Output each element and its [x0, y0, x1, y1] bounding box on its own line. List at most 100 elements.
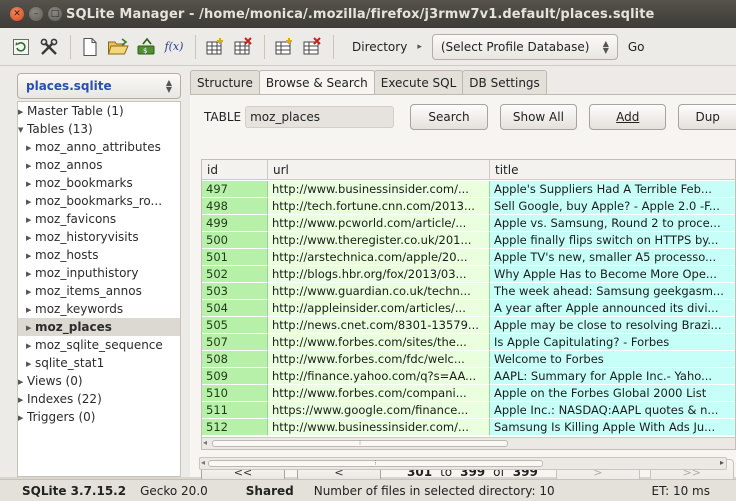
- cell-url[interactable]: http://www.theregister.co.uk/201...: [268, 232, 490, 249]
- table-row[interactable]: 504 http://appleinsider.com/articles/... A…: [202, 300, 735, 317]
- tree-table-item[interactable]: ▶ moz_historyvisits: [18, 228, 180, 246]
- table-row[interactable]: 503 http://www.guardian.co.uk/techn... The…: [202, 283, 735, 300]
- cell-title[interactable]: AAPL: Summary for Apple Inc.- Yaho...: [490, 368, 735, 385]
- scrollbar-thumb[interactable]: ⁝: [212, 440, 508, 447]
- cell-id[interactable]: 503: [202, 283, 268, 300]
- grid-horizontal-scrollbar[interactable]: ◂ ⁝: [202, 437, 735, 449]
- tree-group[interactable]: ▶ Views (0): [18, 372, 180, 390]
- tree-table-item[interactable]: ▶ moz_sqlite_sequence: [18, 336, 180, 354]
- scroll-left-icon[interactable]: ◂: [203, 438, 207, 447]
- add-button[interactable]: Add: [589, 104, 667, 130]
- results-grid[interactable]: id url title 497 http://www.businessinsid…: [201, 159, 736, 450]
- tree-table-item[interactable]: ▶ moz_bookmarks_ro...: [18, 192, 180, 210]
- duplicate-button[interactable]: Dup: [678, 104, 736, 130]
- open-database-button[interactable]: [105, 33, 131, 61]
- create-index-button[interactable]: [271, 33, 297, 61]
- cell-title[interactable]: Samsung Is Killing Apple With Ads Ju...: [490, 419, 735, 436]
- cell-url[interactable]: http://news.cnet.com/8301-13579...: [268, 317, 490, 334]
- collapsed-triangle-icon[interactable]: ▶: [26, 175, 35, 193]
- collapsed-triangle-icon[interactable]: ▶: [26, 193, 35, 211]
- cell-title[interactable]: Welcome to Forbes: [490, 351, 735, 368]
- scrollbar-thumb[interactable]: ⁝: [208, 460, 543, 467]
- cell-id[interactable]: 501: [202, 249, 268, 266]
- table-row[interactable]: 511 https://www.google.com/finance... Appl…: [202, 402, 735, 419]
- cell-url[interactable]: http://www.guardian.co.uk/techn...: [268, 283, 490, 300]
- collapsed-triangle-icon[interactable]: ▶: [26, 211, 35, 229]
- tab-execute-sql[interactable]: Execute SQL: [373, 70, 464, 94]
- table-row[interactable]: 505 http://news.cnet.com/8301-13579... App…: [202, 317, 735, 334]
- column-header-id[interactable]: id: [202, 160, 268, 180]
- new-database-button[interactable]: [77, 33, 103, 61]
- table-row[interactable]: 507 http://www.forbes.com/sites/the... Is …: [202, 334, 735, 351]
- scroll-right-icon[interactable]: ▸: [720, 458, 724, 467]
- cell-id[interactable]: 512: [202, 419, 268, 436]
- cell-title[interactable]: Apple vs. Samsung, Round 2 to proce...: [490, 215, 735, 232]
- tab-structure[interactable]: Structure: [190, 70, 260, 94]
- drop-index-button[interactable]: [299, 33, 325, 61]
- tree-group[interactable]: ▼ Tables (13): [18, 120, 180, 138]
- collapsed-triangle-icon[interactable]: ▶: [18, 409, 27, 427]
- table-row[interactable]: 498 http://tech.fortune.cnn.com/2013... Se…: [202, 198, 735, 215]
- cell-id[interactable]: 502: [202, 266, 268, 283]
- cell-id[interactable]: 507: [202, 334, 268, 351]
- disconnect-button[interactable]: [36, 33, 62, 61]
- table-row[interactable]: 509 http://finance.yahoo.com/q?s=AA... AAP…: [202, 368, 735, 385]
- table-row[interactable]: 499 http://www.pcworld.com/article/... App…: [202, 215, 735, 232]
- cell-url[interactable]: http://finance.yahoo.com/q?s=AA...: [268, 368, 490, 385]
- database-select[interactable]: places.sqlite ▲ ▼: [17, 73, 181, 99]
- column-header-url[interactable]: url: [268, 160, 490, 180]
- cell-url[interactable]: http://www.forbes.com/compani...: [268, 385, 490, 402]
- close-window-icon[interactable]: ✕: [10, 7, 24, 21]
- collapsed-triangle-icon[interactable]: ▶: [18, 103, 27, 121]
- reconnect-button[interactable]: [8, 33, 34, 61]
- table-row[interactable]: 497 http://www.businessinsider.com/... App…: [202, 181, 735, 198]
- collapsed-triangle-icon[interactable]: ▶: [18, 391, 27, 409]
- cell-id[interactable]: 499: [202, 215, 268, 232]
- cell-id[interactable]: 511: [202, 402, 268, 419]
- panel-horizontal-scrollbar[interactable]: ◂ ⁝ ▸: [199, 457, 727, 470]
- create-table-button[interactable]: [202, 33, 228, 61]
- collapsed-triangle-icon[interactable]: ▶: [26, 247, 35, 265]
- tree-table-item[interactable]: ▶ moz_keywords: [18, 300, 180, 318]
- go-button[interactable]: Go: [628, 40, 645, 54]
- cell-title[interactable]: Sell Google, buy Apple? - Apple 2.0 -F..…: [490, 198, 735, 215]
- collapsed-triangle-icon[interactable]: ▶: [26, 265, 35, 283]
- cell-url[interactable]: http://www.forbes.com/sites/the...: [268, 334, 490, 351]
- cell-url[interactable]: https://www.google.com/finance...: [268, 402, 490, 419]
- cell-url[interactable]: http://www.forbes.com/fdc/welc...: [268, 351, 490, 368]
- directory-arrow-icon[interactable]: ▸: [417, 42, 422, 52]
- cell-id[interactable]: 497: [202, 181, 268, 198]
- collapsed-triangle-icon[interactable]: ▶: [26, 283, 35, 301]
- cell-id[interactable]: 498: [202, 198, 268, 215]
- tree-table-item[interactable]: ▶ moz_inputhistory: [18, 264, 180, 282]
- export-button[interactable]: $: [133, 33, 159, 61]
- cell-id[interactable]: 508: [202, 351, 268, 368]
- collapsed-triangle-icon[interactable]: ▶: [26, 355, 35, 373]
- minimize-window-icon[interactable]: –: [29, 7, 43, 21]
- tree-table-item[interactable]: ▶ moz_anno_attributes: [18, 138, 180, 156]
- table-name-field[interactable]: moz_places: [245, 106, 395, 128]
- cell-id[interactable]: 500: [202, 232, 268, 249]
- cell-url[interactable]: http://blogs.hbr.org/fox/2013/03...: [268, 266, 490, 283]
- tree-table-item[interactable]: ▶ moz_items_annos: [18, 282, 180, 300]
- tab-db-settings[interactable]: DB Settings: [462, 70, 547, 94]
- cell-url[interactable]: http://www.businessinsider.com/...: [268, 419, 490, 436]
- cell-url[interactable]: http://tech.fortune.cnn.com/2013...: [268, 198, 490, 215]
- table-row[interactable]: 508 http://www.forbes.com/fdc/welc... Welc…: [202, 351, 735, 368]
- cell-url[interactable]: http://www.businessinsider.com/...: [268, 181, 490, 198]
- tree-group[interactable]: ▶ Triggers (0): [18, 408, 180, 426]
- collapsed-triangle-icon[interactable]: ▶: [26, 301, 35, 319]
- cell-title[interactable]: Apple Inc.: NASDAQ:AAPL quotes & n...: [490, 402, 735, 419]
- profile-database-select[interactable]: (Select Profile Database) ▲ ▼: [431, 33, 618, 60]
- cell-id[interactable]: 510: [202, 385, 268, 402]
- collapsed-triangle-icon[interactable]: ▶: [18, 373, 27, 391]
- maximize-window-icon[interactable]: □: [48, 7, 62, 21]
- cell-url[interactable]: http://arstechnica.com/apple/20...: [268, 249, 490, 266]
- cell-title[interactable]: A year after Apple announced its divi...: [490, 300, 735, 317]
- cell-title[interactable]: Why Apple Has to Become More Ope...: [490, 266, 735, 283]
- cell-id[interactable]: 504: [202, 300, 268, 317]
- tree-table-item[interactable]: ▶ moz_annos: [18, 156, 180, 174]
- column-header-title[interactable]: title: [490, 160, 735, 180]
- tree-table-item[interactable]: ▶ moz_favicons: [18, 210, 180, 228]
- scroll-left-icon[interactable]: ◂: [201, 458, 205, 467]
